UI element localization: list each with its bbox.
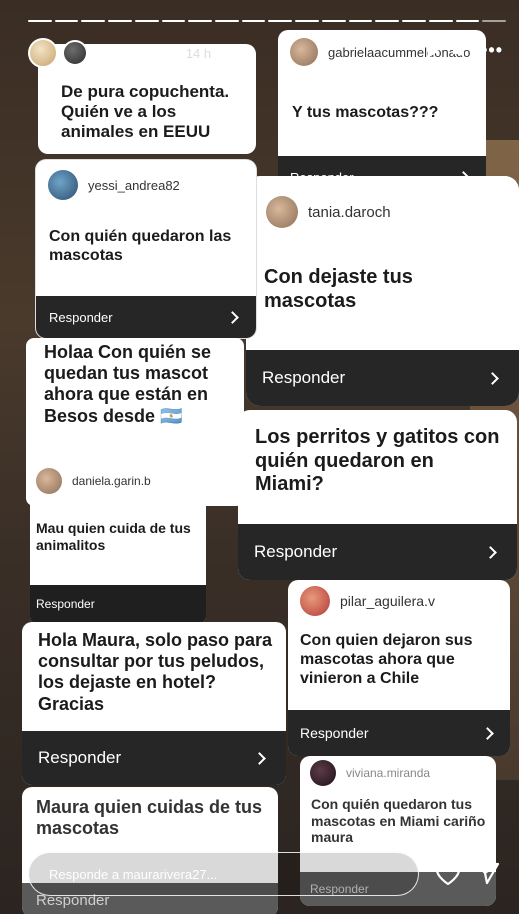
question-text: Con quién quedaron tus mascotas en Miami… bbox=[311, 796, 486, 846]
question-text: Mau quien cuida de tus animalitos bbox=[36, 520, 191, 553]
avatar bbox=[36, 468, 62, 494]
more-icon[interactable]: ••• bbox=[481, 40, 503, 61]
question-text: Con dejaste tus mascotas bbox=[264, 266, 413, 312]
question-card: Los perritos y gatitos con quién quedaro… bbox=[238, 410, 517, 580]
question-card: yessi_andrea82 Con quién quedaron las ma… bbox=[36, 160, 256, 338]
story-header: maurarivera27 14 h ••• bbox=[28, 36, 503, 70]
chevron-right-icon bbox=[484, 545, 497, 559]
username: pilar_aguilera.v bbox=[340, 593, 435, 609]
question-text: Con quien dejaron sus mascotas ahora que… bbox=[300, 632, 473, 687]
reply-input-placeholder: Responde a maurarivera27... bbox=[49, 866, 218, 882]
chevron-right-icon bbox=[253, 751, 266, 765]
send-icon[interactable] bbox=[474, 861, 500, 885]
username: daniela.garin.b bbox=[72, 474, 151, 488]
reply-button[interactable]: Responder bbox=[246, 350, 519, 406]
username: viviana.miranda bbox=[346, 766, 431, 780]
avatar bbox=[48, 170, 78, 200]
reply-button[interactable]: Responder bbox=[238, 524, 517, 580]
mute-icon[interactable] bbox=[453, 43, 467, 58]
chevron-right-icon bbox=[481, 726, 494, 740]
avatar bbox=[300, 586, 330, 616]
username: yessi_andrea82 bbox=[88, 177, 180, 193]
question-card: Hola Maura, solo paso para consultar por… bbox=[22, 622, 286, 785]
reply-button[interactable]: Responder bbox=[36, 296, 256, 338]
avatar[interactable] bbox=[62, 40, 88, 66]
reply-button[interactable]: Responder bbox=[288, 710, 510, 756]
username: tania.daroch bbox=[308, 203, 391, 221]
story-username[interactable]: maurarivera27 bbox=[94, 46, 178, 61]
avatar[interactable] bbox=[28, 38, 58, 68]
reply-button[interactable]: Responder bbox=[30, 585, 206, 623]
reply-input[interactable]: Responde a maurarivera27... bbox=[28, 852, 419, 896]
avatar bbox=[310, 760, 336, 786]
heart-icon[interactable] bbox=[435, 862, 461, 886]
story-time: 14 h bbox=[185, 45, 212, 61]
chevron-right-icon bbox=[486, 371, 499, 385]
question-card: daniela.garin.b Mau quien cuida de tus a… bbox=[30, 458, 206, 623]
question-text: Maura quien cuidas de tus mascotas bbox=[36, 797, 263, 839]
question-text: De pura copuchenta. Quién ve a los anima… bbox=[61, 82, 230, 142]
question-text: Los perritos y gatitos con quién quedaro… bbox=[255, 426, 500, 496]
story-progress bbox=[28, 20, 506, 22]
chevron-right-icon bbox=[226, 310, 239, 324]
avatar bbox=[266, 196, 298, 228]
question-text: Con quién quedaron las mascotas bbox=[49, 228, 232, 264]
reply-button[interactable]: Responder bbox=[22, 731, 286, 785]
question-text: Hola Maura, solo paso para consultar por… bbox=[38, 630, 273, 714]
question-card: tania.daroch Con dejaste tus mascotas Re… bbox=[246, 176, 519, 406]
question-text: Y tus mascotas??? bbox=[292, 104, 439, 121]
question-card: pilar_aguilera.v Con quien dejaron sus m… bbox=[288, 580, 510, 756]
play-icon[interactable] bbox=[428, 43, 440, 58]
question-text: Holaa Con quién se quedan tus mascot aho… bbox=[44, 342, 212, 426]
